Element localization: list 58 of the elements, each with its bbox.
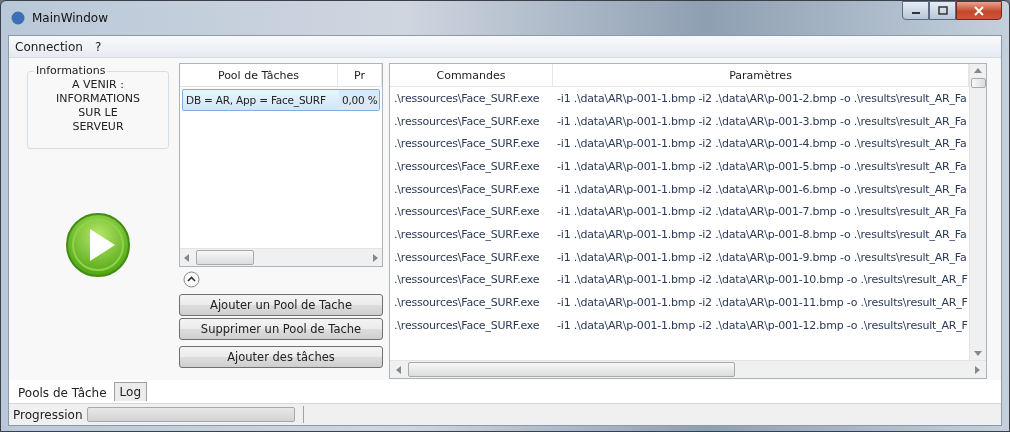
scroll-down-icon[interactable]	[974, 350, 982, 356]
play-button-icon[interactable]	[65, 211, 131, 278]
menu-item[interactable]: ?	[88, 39, 108, 54]
table-cell-text: -i1 .\data\AR\p-001-1.bmp -i2 .\data\AR\p-001-4.bmp -o .\results\result_AR_Fa	[556, 136, 968, 153]
scroll-right-icon[interactable]	[974, 365, 980, 374]
table-cell-text: -i1 .\data\AR\p-001-1.bmp -i2 .\data\AR\p-001-3.bmp -o .\results\result_AR_Fa	[556, 113, 968, 130]
table-cell-text: -i1 .\data\AR\p-001-1.bmp -i2 .\data\AR\p-001-8.bmp -o .\results\result_AR_Fa	[556, 226, 968, 243]
horizontal-scrollbar[interactable]	[180, 248, 382, 266]
window-title: MainWindow	[32, 11, 108, 25]
table-cell-text: -i1 .\data\AR\p-001-1.bmp -i2 .\data\AR\p-001-6.bmp -o .\results\result_AR_Fa	[556, 181, 968, 198]
scroll-left-icon[interactable]	[396, 365, 402, 374]
scrollbar-thumb[interactable]	[196, 250, 254, 265]
tab[interactable]: Log	[113, 382, 147, 401]
pool-action-button[interactable]: Ajouter des tâches	[179, 346, 383, 368]
table-cell-text: .\ressources\Face_SURF.exe	[393, 204, 541, 221]
minimize-button[interactable]	[902, 1, 929, 20]
table-cell-text: .\ressources\Face_SURF.exe	[393, 249, 541, 266]
table-cell-text: .\ressources\Face_SURF.exe	[393, 181, 541, 198]
close-icon	[974, 5, 984, 16]
pool-action-button[interactable]: Supprimer un Pool de Tache	[179, 318, 383, 340]
scroll-up-icon[interactable]	[974, 68, 982, 74]
horizontal-scrollbar[interactable]	[390, 360, 986, 378]
vertical-scrollbar[interactable]	[969, 64, 986, 360]
table-cell-text: .\ressources\Face_SURF.exe	[393, 136, 541, 153]
table-cell-text: .\ressources\Face_SURF.exe	[393, 272, 541, 289]
scroll-right-icon[interactable]	[372, 253, 378, 262]
scroll-left-icon[interactable]	[184, 253, 190, 262]
maximize-icon	[937, 6, 948, 15]
table-cell-text: .\ressources\Face_SURF.exe	[393, 113, 541, 130]
table-cell-text: -i1 .\data\AR\p-001-1.bmp -i2 .\data\AR\p-001-10.bmp -o .\results\result_AR_F	[556, 272, 969, 289]
close-button[interactable]	[956, 1, 1002, 20]
column-header[interactable]: Pr	[338, 64, 382, 86]
scrollbar-thumb[interactable]	[408, 362, 735, 377]
table-cell-text: -i1 .\data\AR\p-001-1.bmp -i2 .\data\AR\p-001-2.bmp -o .\results\result_AR_Fa	[556, 90, 968, 107]
table-cell-text: -i1 .\data\AR\p-001-1.bmp -i2 .\data\AR\p-001-12.bmp -o .\results\result_AR_F	[556, 317, 969, 334]
table-cell-text: .\ressources\Face_SURF.exe	[393, 295, 541, 312]
table-cell-text: .\ressources\Face_SURF.exe	[393, 90, 541, 107]
list-row[interactable]: DB = AR, App = Face_SURF 0,00 %	[182, 89, 380, 111]
table-cell-text: .\ressources\Face_SURF.exe	[393, 158, 541, 175]
group-title: Informations	[34, 64, 108, 77]
column-header[interactable]: Pool de Tâches	[180, 64, 338, 86]
table-cell-text: -i1 .\data\AR\p-001-1.bmp -i2 .\data\AR\p-001-9.bmp -o .\results\result_AR_Fa	[556, 249, 968, 266]
table-cell-text: .\ressources\Face_SURF.exe	[393, 226, 541, 243]
table-cell-text: .\ressources\Face_SURF.exe	[393, 317, 541, 334]
table-cell-text: -i1 .\data\AR\p-001-1.bmp -i2 .\data\AR\p-001-11.bmp -o .\results\result_AR_F	[556, 295, 969, 312]
table-cell-text: -i1 .\data\AR\p-001-1.bmp -i2 .\data\AR\p-001-5.bmp -o .\results\result_AR_Fa	[556, 158, 968, 175]
pool-action-button[interactable]: Ajouter un Pool de Tache	[179, 294, 383, 316]
table-cell-text: -i1 .\data\AR\p-001-1.bmp -i2 .\data\AR\p-001-7.bmp -o .\results\result_AR_Fa	[556, 204, 968, 221]
table-cell-text: DB = AR, App = Face_SURF	[185, 93, 327, 109]
app-icon	[10, 10, 26, 26]
column-header[interactable]: Commandes	[390, 64, 553, 86]
status-label: Progression	[13, 407, 83, 422]
info-text: A VENIR : INFORMATIONS SUR LE SERVEUR	[54, 78, 142, 134]
collapse-icon[interactable]	[183, 271, 200, 288]
menu-item[interactable]: Connection	[9, 39, 89, 54]
maximize-button[interactable]	[929, 1, 956, 20]
scrollbar-thumb[interactable]	[970, 78, 986, 88]
table-cell: 0,00 %	[339, 90, 379, 110]
